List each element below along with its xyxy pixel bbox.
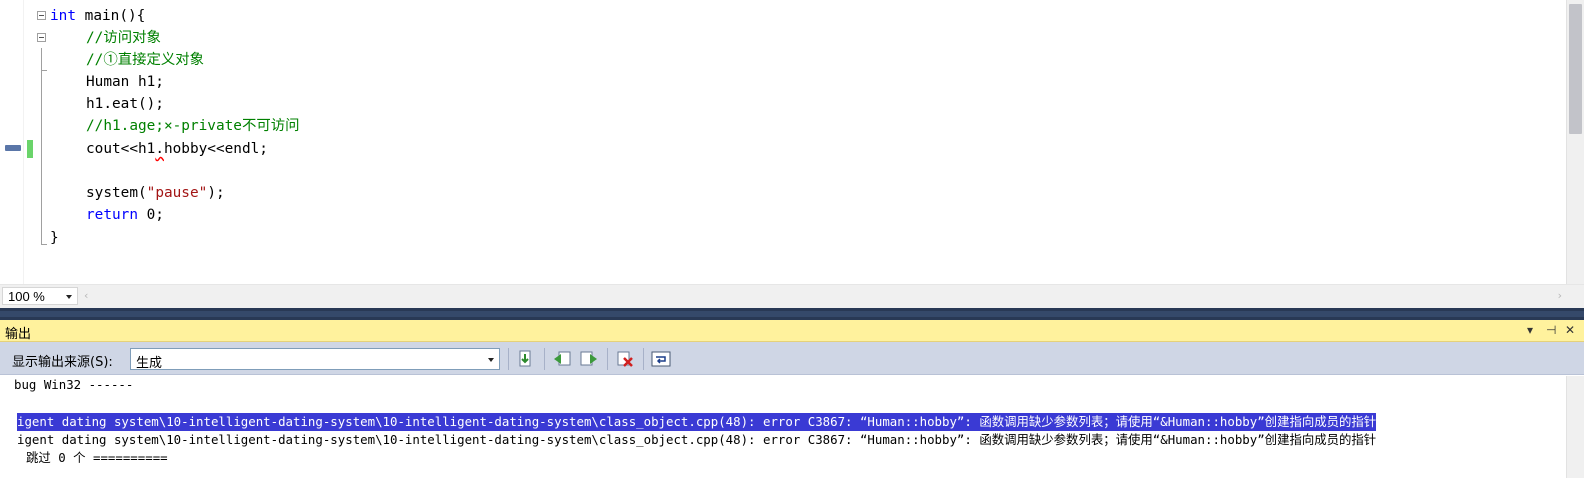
output-panel-title: 输出 [5,327,32,342]
code-line-11[interactable]: } [50,227,59,249]
code-line-7[interactable]: cout<<h1.hobby<<endl; [86,138,268,160]
scroll-left-icon[interactable]: ‹ [84,289,88,302]
pin-icon[interactable]: ⊣ [1546,323,1556,337]
fold-end-tick [41,244,47,245]
code-line-5[interactable]: h1.eat(); [86,93,164,115]
code-line-4[interactable]: Human h1; [86,71,164,93]
code-line-2[interactable]: //访问对象 [86,27,161,49]
code-text: hobby<<endl; [163,141,268,157]
code-text: system( [86,185,147,201]
code-line-3[interactable]: //①直接定义对象 [86,49,204,71]
code-line-9[interactable]: system("pause"); [86,182,225,204]
keyword-return: return [86,207,138,223]
collapse-comment-icon[interactable] [37,33,46,42]
output-line[interactable]: 跳过 0 个 ========== [26,449,168,467]
code-line-1[interactable]: int main(){ [50,5,145,27]
fold-end-tick [41,70,47,71]
error-squiggle[interactable]: . [155,141,164,157]
zoom-dropdown[interactable]: 100 % [2,287,78,305]
editor-status-strip: 100 % ‹ › [0,284,1584,308]
scroll-right-icon[interactable]: › [1558,289,1562,302]
editor-vertical-scrollbar[interactable] [1566,0,1584,284]
code-area[interactable]: int main(){ //访问对象 //①直接定义对象 Human h1; h… [0,0,1566,284]
output-vertical-scrollbar[interactable] [1566,376,1584,478]
splitter-grip [0,311,1584,317]
toolbar-separator [544,348,545,370]
string-literal: "pause" [146,185,208,201]
output-toolbar: 显示输出来源(S): 生成 [0,342,1584,375]
keyword-int: int [50,8,76,24]
code-line-10[interactable]: return 0; [86,204,164,226]
toolbar-separator [607,348,608,370]
code-text: cout<<h1 [86,141,156,157]
indicator-margin[interactable] [0,0,24,284]
clear-all-icon[interactable] [614,348,636,370]
collapse-main-icon[interactable] [37,11,46,20]
scrollbar-thumb[interactable] [1569,4,1582,134]
code-text: main(){ [76,8,146,24]
word-wrap-icon[interactable] [650,348,672,370]
goto-error-icon[interactable] [514,348,536,370]
current-statement-marker [5,145,21,151]
output-source-dropdown[interactable]: 生成 [130,348,500,371]
output-line[interactable]: igent dating system\10-intelligent-datin… [17,431,1376,449]
chevron-down-icon[interactable] [488,358,494,362]
code-line-6[interactable]: //h1.age;×-private不可访问 [86,115,300,137]
toolbar-separator [643,348,644,370]
output-source-label: 显示输出来源(S): [12,355,113,370]
code-text: 0; [137,207,164,223]
editor-horizontal-scrollbar[interactable]: ‹ › [80,288,1566,304]
zoom-value: 100 % [8,289,45,304]
toolbar-separator [508,348,509,370]
chevron-down-icon[interactable] [66,295,72,299]
output-line-selected[interactable]: igent dating system\10-intelligent-datin… [17,413,1377,431]
output-source-value: 生成 [136,356,163,371]
output-text-area[interactable]: bug Win32 ------ igent dating system\10-… [0,376,1566,478]
panel-splitter[interactable] [0,308,1584,320]
prev-message-icon[interactable] [551,348,573,370]
output-line[interactable]: bug Win32 ------ [14,376,133,394]
next-message-icon[interactable] [578,348,600,370]
change-tracking-bar [27,140,33,158]
output-panel-titlebar[interactable]: 输出 ▾ ⊣ ✕ [0,320,1584,342]
code-text: ); [207,185,225,201]
close-icon[interactable]: ✕ [1565,323,1575,337]
code-editor[interactable]: int main(){ //访问对象 //①直接定义对象 Human h1; h… [0,0,1584,308]
fold-guide-line [41,48,42,244]
window-position-icon[interactable]: ▾ [1527,323,1533,337]
